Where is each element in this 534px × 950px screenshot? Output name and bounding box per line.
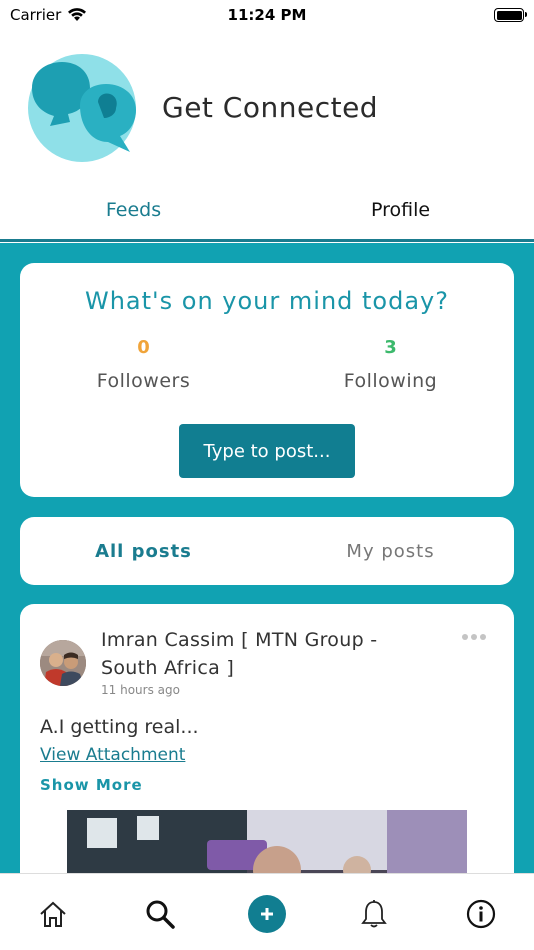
followers-count: 0	[137, 337, 150, 358]
following-count: 3	[384, 337, 397, 358]
mind-title: What's on your mind today?	[84, 287, 449, 315]
nav-search[interactable]	[138, 894, 182, 934]
post-timestamp: 11 hours ago	[101, 683, 180, 697]
avatar[interactable]	[40, 640, 86, 686]
post-filter-tabs: All posts My posts	[20, 517, 514, 585]
view-attachment-link[interactable]: View Attachment	[40, 745, 185, 765]
nav-notifications[interactable]	[352, 894, 396, 934]
post-text: A.I getting real...	[40, 716, 199, 738]
nav-home[interactable]	[31, 894, 75, 934]
status-bar: Carrier 11:24 PM	[0, 0, 534, 30]
search-icon	[146, 900, 175, 929]
post-card: Imran Cassim [ MTN Group - South Africa …	[20, 604, 514, 873]
tab-all-posts[interactable]: All posts	[20, 541, 267, 562]
status-left: Carrier	[10, 6, 87, 24]
post-author[interactable]: Imran Cassim [ MTN Group - South Africa …	[101, 626, 411, 682]
wifi-icon	[68, 8, 87, 21]
following-label: Following	[343, 370, 438, 392]
app-header: Get Connected	[24, 52, 378, 162]
app-logo	[28, 54, 136, 162]
tab-feeds[interactable]: Feeds	[0, 180, 267, 239]
followers-label: Followers	[96, 370, 191, 392]
feed-content[interactable]: What's on your mind today? 0 Followers 3…	[0, 243, 534, 873]
mind-card: What's on your mind today? 0 Followers 3…	[20, 263, 514, 497]
home-icon	[40, 901, 67, 927]
tab-my-posts[interactable]: My posts	[267, 541, 514, 562]
following-stat[interactable]: 3 Following	[267, 337, 514, 392]
followers-stat[interactable]: 0 Followers	[20, 337, 267, 392]
post-image[interactable]	[67, 810, 467, 873]
info-icon	[466, 899, 495, 929]
more-options-icon[interactable]	[462, 634, 486, 640]
app-title: Get Connected	[162, 90, 379, 124]
tab-profile[interactable]: Profile	[267, 180, 534, 239]
nav-add-post[interactable]	[245, 894, 289, 934]
show-more-link[interactable]: Show More	[40, 776, 143, 794]
top-tabs: Feeds Profile	[0, 180, 534, 242]
follow-stats: 0 Followers 3 Following	[20, 337, 514, 392]
bell-icon	[360, 900, 387, 928]
battery-icon	[494, 8, 527, 22]
plus-icon	[247, 895, 286, 933]
carrier-label: Carrier	[10, 6, 62, 24]
nav-info[interactable]	[459, 894, 503, 934]
type-to-post-button[interactable]: Type to post...	[179, 424, 355, 478]
bottom-nav	[0, 873, 534, 950]
